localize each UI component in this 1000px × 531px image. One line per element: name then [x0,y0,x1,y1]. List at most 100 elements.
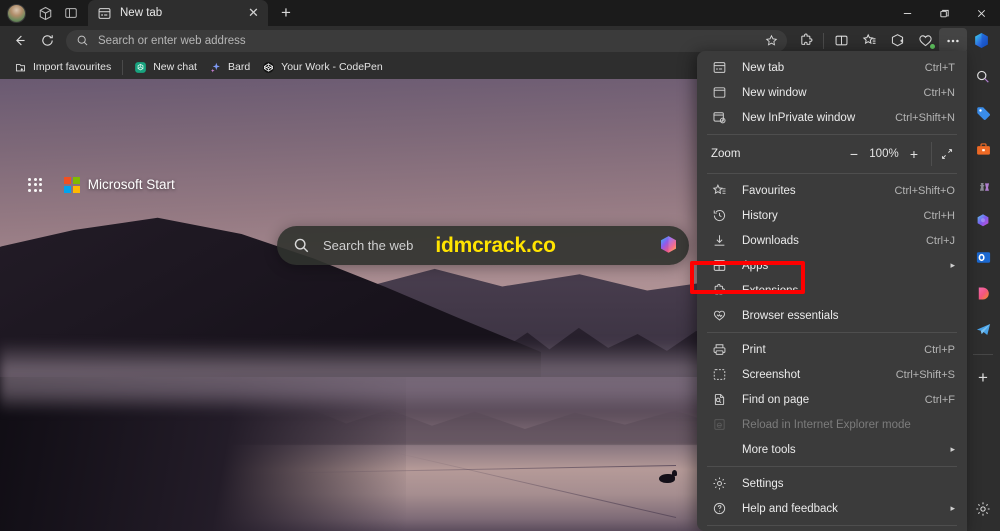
printer-icon [711,341,728,358]
web-search-box[interactable]: Search the web idmcrack.co [277,226,689,265]
menu-item-label: Favourites [742,184,796,197]
edge-browser-window: New tab ✕ + Search or enter web address … [0,0,1000,531]
tools-briefcase-icon[interactable] [969,135,997,163]
search-icon[interactable] [969,63,997,91]
close-icon[interactable] [963,0,1000,26]
edge-sidebar: + [966,55,1000,531]
menu-item-more-tools[interactable]: More tools ▸ [697,437,967,462]
apps-grid-icon [711,257,728,274]
tab-title: New tab [120,7,163,19]
menu-item-shortcut: Ctrl+Shift+S [895,368,955,381]
new-tab-icon [711,59,728,76]
address-bar[interactable]: Search or enter web address [66,29,787,52]
favourite-bard[interactable]: Bard [203,57,256,77]
menu-item-label: History [742,209,778,222]
tab-actions-icon[interactable] [58,2,84,24]
menu-item-print[interactable]: Print Ctrl+P [697,337,967,362]
settings-and-more-icon[interactable] [939,28,967,53]
designer-icon[interactable] [969,279,997,307]
microsoft-start-header: Microsoft Start [28,177,175,193]
watermark-text: idmcrack.co [435,233,556,257]
chevron-right-icon: ▸ [950,444,955,454]
menu-zoom-row: Zoom − 100% + [697,139,967,169]
extensions-icon[interactable] [792,28,820,53]
menu-item-label: Print [742,343,766,356]
shopping-tag-icon[interactable] [969,99,997,127]
menu-item-new-tab[interactable]: New tab Ctrl+T [697,55,967,80]
collections-icon[interactable] [883,28,911,53]
gear-icon[interactable] [969,495,997,523]
zoom-label: Zoom [711,148,741,160]
help-question-icon [711,500,728,517]
menu-item-label: Reload in Internet Explorer mode [742,418,911,431]
toolbar-divider [823,32,824,49]
menu-item-screenshot[interactable]: Screenshot Ctrl+Shift+S [697,362,967,387]
menu-item-settings[interactable]: Settings [697,471,967,496]
favourites-icon[interactable] [855,28,883,53]
menu-item-label: More tools [742,443,796,456]
new-tab-button[interactable]: + [273,2,299,24]
search-icon [293,237,310,254]
chatgpt-icon [134,61,147,74]
menu-item-downloads[interactable]: Downloads Ctrl+J [697,228,967,253]
address-bar-placeholder: Search or enter web address [98,34,246,47]
copilot-icon[interactable] [969,207,997,235]
spacer-icon [711,441,728,458]
zoom-out-button[interactable]: − [841,142,867,166]
menu-item-browser-essentials[interactable]: Browser essentials [697,303,967,328]
add-sidebar-app-button[interactable]: + [969,364,997,392]
menu-item-shortcut: Ctrl+N [923,86,955,99]
restore-icon[interactable] [926,0,963,26]
menu-item-label: Settings [742,477,784,490]
new-window-icon [711,84,728,101]
status-badge [929,43,936,50]
copilot-icon[interactable] [967,28,995,53]
menu-item-new-window[interactable]: New window Ctrl+N [697,80,967,105]
browser-tab[interactable]: New tab ✕ [88,0,268,26]
favourite-import-favourites[interactable]: Import favourites [8,57,117,77]
refresh-icon[interactable] [33,28,61,53]
avatar[interactable] [7,4,26,23]
menu-item-label: Help and feedback [742,502,838,515]
copilot-icon[interactable] [656,233,681,258]
games-icon[interactable] [969,171,997,199]
menu-item-find-on-page[interactable]: Find on page Ctrl+F [697,387,967,412]
menu-item-label: Browser essentials [742,309,839,322]
back-arrow-icon[interactable] [5,28,33,53]
menu-item-apps[interactable]: Apps ▸ [697,253,967,278]
menu-item-new-inprivate-window[interactable]: New InPrivate window Ctrl+Shift+N [697,105,967,130]
menu-item-help-and-feedback[interactable]: Help and feedback ▸ [697,496,967,521]
favourites-star-icon [711,182,728,199]
plus-icon: + [978,368,988,387]
favourite-label: Your Work - CodePen [281,61,383,73]
menu-item-reload-in-ie-mode: Reload in Internet Explorer mode [697,412,967,437]
inprivate-icon [711,109,728,126]
app-launcher-icon[interactable] [28,177,43,192]
menu-item-history[interactable]: History Ctrl+H [697,203,967,228]
minimize-icon[interactable] [889,0,926,26]
browser-essentials-icon[interactable] [911,28,939,53]
import-icon [14,61,27,74]
menu-item-extensions[interactable]: Extensions [697,278,967,303]
newtab-favicon [97,6,112,21]
zoom-in-button[interactable]: + [901,142,927,166]
divider [973,354,993,355]
zoom-value: 100% [869,148,899,160]
fullscreen-icon[interactable] [931,142,961,166]
codepen-icon [262,61,275,74]
divider [122,59,124,75]
history-clock-icon [711,207,728,224]
split-screen-icon[interactable] [827,28,855,53]
star-icon[interactable] [761,31,781,51]
favourite-new-chat[interactable]: New chat [128,57,203,77]
gear-icon [711,475,728,492]
telegram-icon[interactable] [969,315,997,343]
collections-icon[interactable] [32,2,58,24]
menu-item-shortcut: Ctrl+T [924,61,955,74]
menu-item-favourites[interactable]: Favourites Ctrl+Shift+O [697,178,967,203]
outlook-icon[interactable] [969,243,997,271]
menu-divider [707,134,957,135]
menu-divider [707,332,957,333]
favourite-codepen[interactable]: Your Work - CodePen [256,57,389,77]
close-icon[interactable]: ✕ [245,5,262,22]
